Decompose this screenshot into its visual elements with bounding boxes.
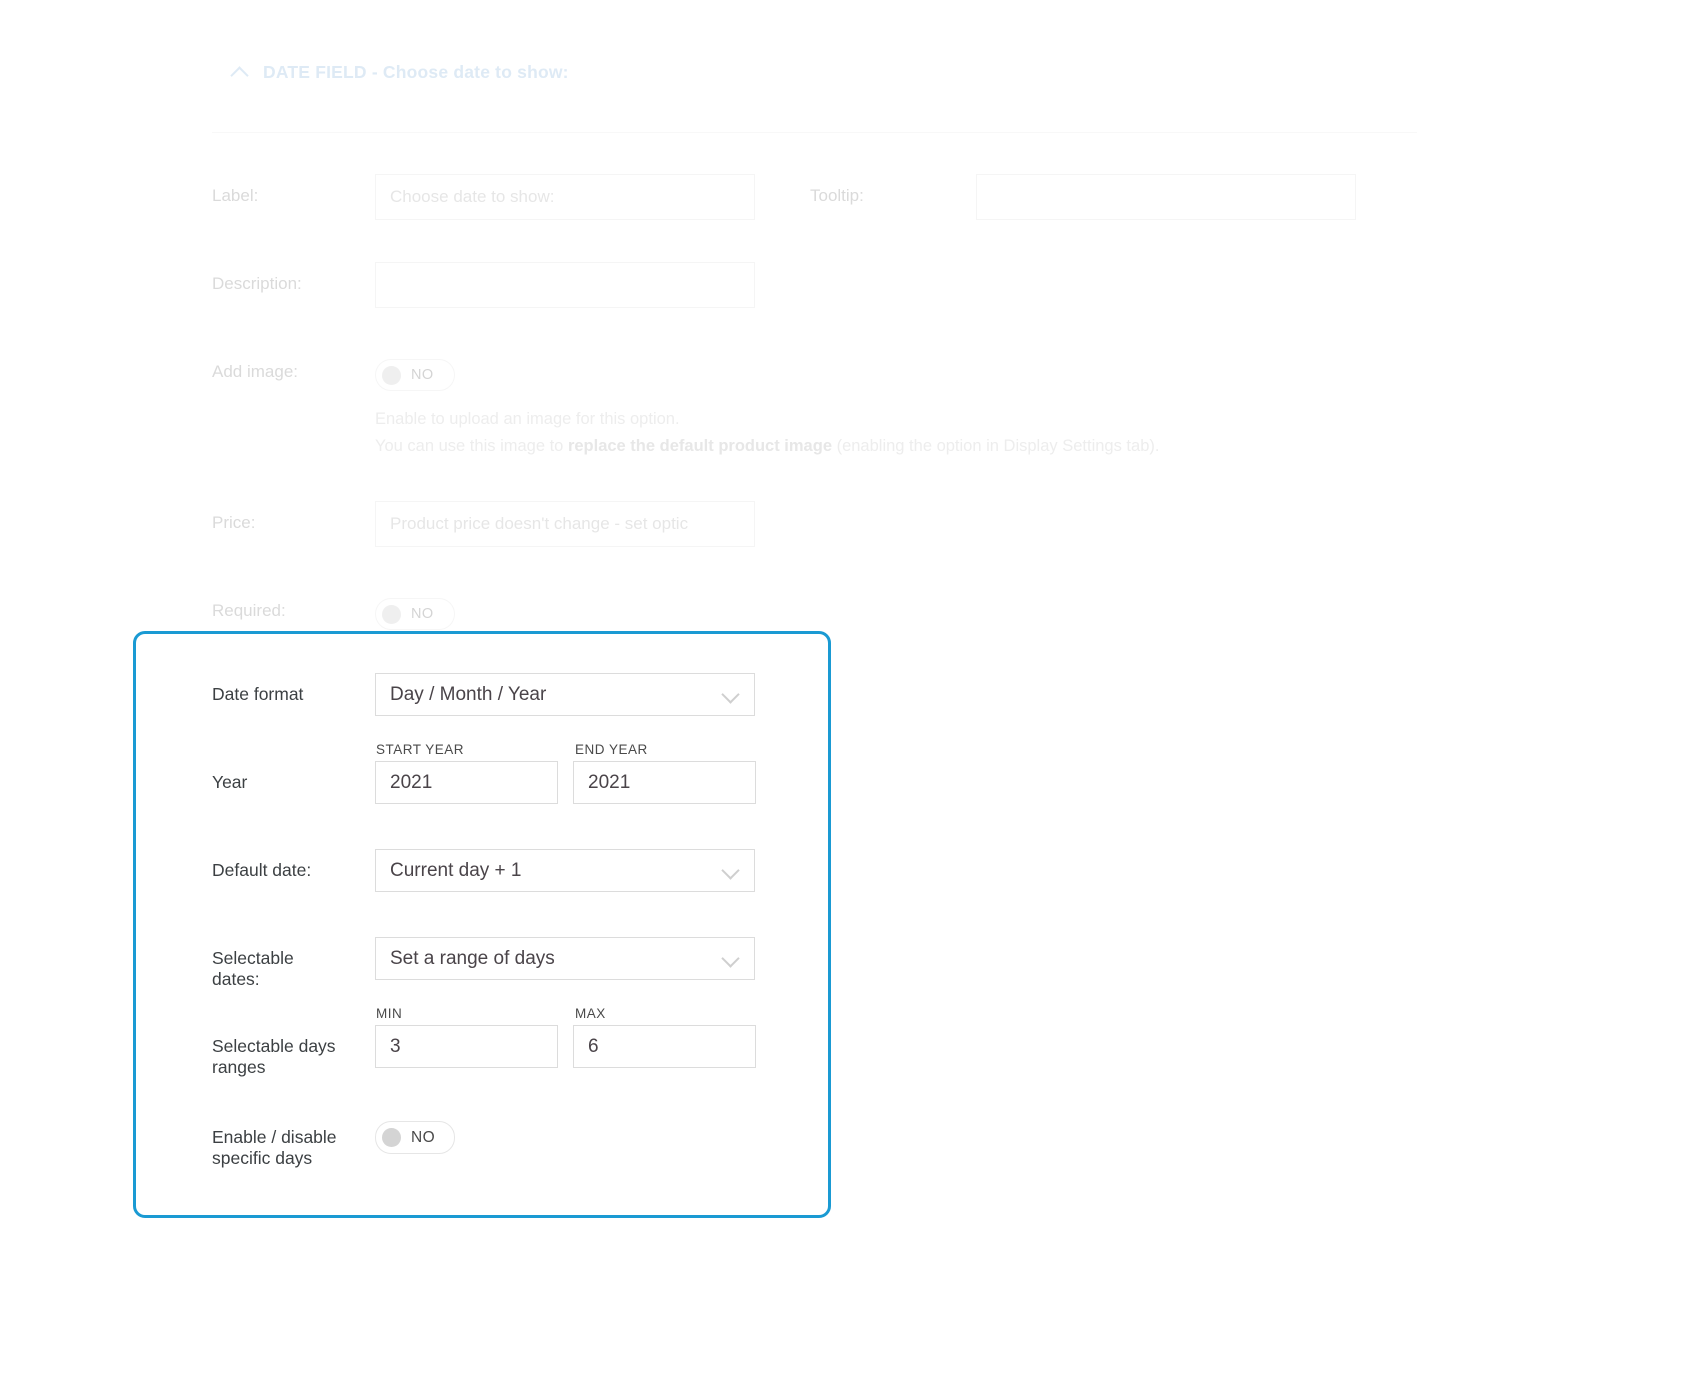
- description-field-label: Description:: [212, 274, 302, 293]
- header-divider: [212, 132, 1417, 133]
- note-suffix: (enabling the option in Display Settings…: [832, 437, 1160, 455]
- date-format-label: Date format: [212, 684, 304, 704]
- specific-days-toggle-state: NO: [411, 1128, 436, 1146]
- chevron-down-icon[interactable]: [722, 862, 740, 880]
- add-image-label: Add image:: [212, 362, 298, 381]
- default-date-label: Default date:: [212, 860, 312, 880]
- toggle-knob-icon: [382, 604, 401, 624]
- default-date-value: Current day + 1: [390, 859, 522, 881]
- required-toggle-state: NO: [411, 606, 434, 622]
- specific-days-label: Enable / disable specific days: [212, 1127, 337, 1168]
- chevron-up-icon[interactable]: [232, 64, 249, 81]
- add-image-note-line1: Enable to upload an image for this optio…: [375, 410, 680, 428]
- selectable-dates-value: Set a range of days: [390, 947, 555, 969]
- min-days-value: 3: [390, 1035, 401, 1057]
- max-days-value: 6: [588, 1035, 599, 1057]
- max-caption: MAX: [575, 1006, 606, 1021]
- tooltip-input[interactable]: [976, 174, 1356, 220]
- required-label: Required:: [212, 601, 286, 620]
- page-title: DATE FIELD - Choose date to show:: [263, 62, 569, 82]
- label-input[interactable]: Choose date to show:: [375, 174, 755, 220]
- year-label: Year: [212, 772, 248, 792]
- add-image-toggle[interactable]: NO: [375, 359, 455, 391]
- price-input[interactable]: Product price doesn't change - set optic: [375, 501, 755, 547]
- start-year-value: 2021: [390, 771, 433, 793]
- selectable-dates-select[interactable]: Set a range of days: [375, 937, 755, 980]
- date-format-select[interactable]: Day / Month / Year: [375, 673, 755, 716]
- min-caption: MIN: [376, 1006, 403, 1021]
- add-image-toggle-state: NO: [411, 367, 434, 383]
- price-input-placeholder: Product price doesn't change - set optic: [390, 514, 689, 533]
- specific-days-toggle[interactable]: NO: [375, 1121, 455, 1154]
- date-format-value: Day / Month / Year: [390, 683, 547, 705]
- price-label: Price:: [212, 513, 256, 532]
- max-days-input[interactable]: 6: [573, 1025, 756, 1068]
- add-image-note-line2: You can use this image to replace the de…: [375, 437, 1159, 456]
- required-toggle[interactable]: NO: [375, 598, 455, 630]
- note-bold: replace the default product image: [567, 437, 832, 455]
- toggle-knob-icon: [382, 1128, 401, 1147]
- label-input-placeholder: Choose date to show:: [390, 187, 555, 206]
- label-field-label: Label:: [212, 186, 259, 205]
- end-year-value: 2021: [588, 771, 631, 793]
- toggle-knob-icon: [382, 365, 401, 385]
- selectable-dates-label: Selectable dates:: [212, 948, 294, 989]
- min-days-input[interactable]: 3: [375, 1025, 558, 1068]
- chevron-down-icon[interactable]: [722, 950, 740, 968]
- end-year-input[interactable]: 2021: [573, 761, 756, 804]
- description-input[interactable]: [375, 262, 755, 308]
- default-date-select[interactable]: Current day + 1: [375, 849, 755, 892]
- panel-header[interactable]: DATE FIELD - Choose date to show:: [232, 62, 569, 83]
- start-year-caption: START YEAR: [376, 742, 465, 757]
- chevron-down-icon[interactable]: [722, 686, 740, 704]
- selectable-ranges-label: Selectable days ranges: [212, 1036, 336, 1077]
- note-prefix: You can use this image to: [375, 437, 568, 455]
- start-year-input[interactable]: 2021: [375, 761, 558, 804]
- end-year-caption: END YEAR: [575, 742, 648, 757]
- tooltip-field-label: Tooltip:: [810, 186, 864, 205]
